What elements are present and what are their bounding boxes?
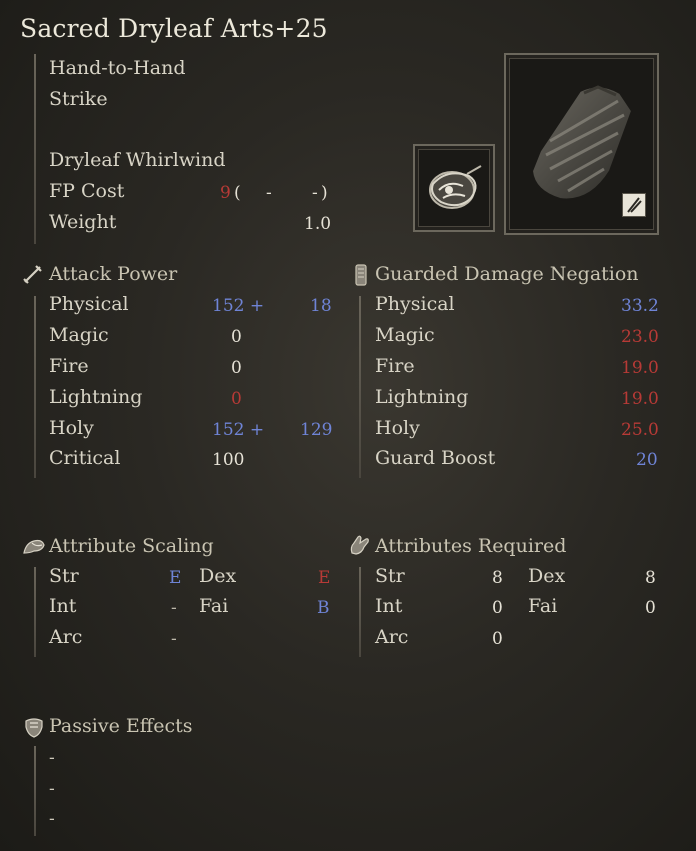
armor-icon	[25, 718, 43, 738]
divider	[34, 746, 36, 836]
attack-holy-base: 152 +	[212, 420, 265, 440]
scaling-header: Attribute Scaling	[49, 535, 214, 557]
shield-icon	[355, 264, 367, 286]
weight-value: 1.0	[304, 214, 332, 234]
required-header: Attributes Required	[375, 535, 567, 557]
required-int-label: Int	[375, 595, 403, 617]
required-dex-value: 8	[645, 568, 656, 588]
attack-physical-label: Physical	[49, 293, 129, 315]
weapon-image-frame	[504, 53, 659, 235]
fp-close-paren: )	[321, 183, 328, 203]
scaling-fai-value: B	[317, 598, 330, 618]
affinity-badge-icon	[622, 193, 646, 217]
attack-holy-bonus: 129	[300, 420, 333, 440]
guard-boost-value: 20	[636, 450, 658, 470]
required-fai-label: Fai	[528, 595, 558, 617]
scaling-fai-label: Fai	[199, 595, 229, 617]
guard-holy-value: 25.0	[621, 420, 659, 440]
scaling-dex-label: Dex	[199, 565, 237, 587]
attack-critical-label: Critical	[49, 447, 121, 469]
hand-icon	[350, 535, 369, 555]
guard-fire-label: Fire	[375, 355, 415, 377]
guard-lightning-value: 19.0	[621, 389, 659, 409]
scaling-arc-label: Arc	[49, 626, 83, 648]
weight-label: Weight	[49, 211, 117, 233]
attack-physical-bonus: 18	[310, 296, 332, 316]
fp-cost-value: 9	[220, 183, 231, 203]
attack-power-header: Attack Power	[49, 263, 178, 285]
guard-fire-value: 19.0	[621, 358, 659, 378]
scaling-str-label: Str	[49, 565, 79, 587]
skill-name: Dryleaf Whirlwind	[49, 149, 226, 171]
attack-fire-base: 0	[231, 358, 242, 378]
guard-magic-label: Magic	[375, 324, 435, 346]
guard-header: Guarded Damage Negation	[375, 263, 639, 285]
required-str-value: 8	[492, 568, 503, 588]
passive-effect-3: -	[49, 809, 55, 829]
guard-holy-label: Holy	[375, 417, 420, 439]
fp-dash-2: -	[312, 183, 318, 203]
fp-cost-label: FP Cost	[49, 180, 125, 202]
passive-effect-1: -	[49, 748, 55, 768]
required-str-label: Str	[375, 565, 405, 587]
arm-icon	[23, 539, 45, 554]
divider	[34, 567, 36, 657]
scaling-int-label: Int	[49, 595, 77, 617]
weapon-type: Hand-to-Hand	[49, 57, 186, 79]
attack-lightning-base: 0	[231, 389, 242, 409]
attack-type: Strike	[49, 88, 108, 110]
required-int-value: 0	[492, 598, 503, 618]
attack-critical-base: 100	[212, 450, 245, 470]
passive-header: Passive Effects	[49, 715, 193, 737]
attack-magic-base: 0	[231, 327, 242, 347]
required-dex-label: Dex	[528, 565, 566, 587]
required-fai-value: 0	[645, 598, 656, 618]
attack-holy-label: Holy	[49, 417, 94, 439]
required-arc-value: 0	[492, 629, 503, 649]
attack-fire-label: Fire	[49, 355, 89, 377]
attack-physical-base: 152 +	[212, 296, 265, 316]
guard-lightning-label: Lightning	[375, 386, 469, 408]
fp-open-paren: (	[234, 183, 241, 203]
passive-effect-2: -	[49, 779, 55, 799]
sword-icon	[23, 265, 42, 284]
guard-boost-label: Guard Boost	[375, 447, 496, 469]
guard-physical-label: Physical	[375, 293, 455, 315]
divider	[34, 296, 36, 478]
skill-ash-frame	[413, 144, 495, 232]
guard-magic-value: 23.0	[621, 327, 659, 347]
skill-ash-icon	[429, 165, 482, 209]
required-arc-label: Arc	[375, 626, 409, 648]
scaling-int-value: -	[171, 598, 177, 618]
scaling-str-value: E	[169, 568, 182, 588]
divider	[359, 567, 361, 657]
fp-dash-1: -	[266, 183, 272, 203]
attack-magic-label: Magic	[49, 324, 109, 346]
divider	[359, 296, 361, 478]
scaling-arc-value: -	[171, 629, 177, 649]
scaling-dex-value: E	[318, 568, 331, 588]
attack-lightning-label: Lightning	[49, 386, 143, 408]
divider	[34, 54, 36, 244]
item-title: Sacred Dryleaf Arts+25	[20, 14, 328, 43]
guard-physical-value: 33.2	[621, 296, 659, 316]
